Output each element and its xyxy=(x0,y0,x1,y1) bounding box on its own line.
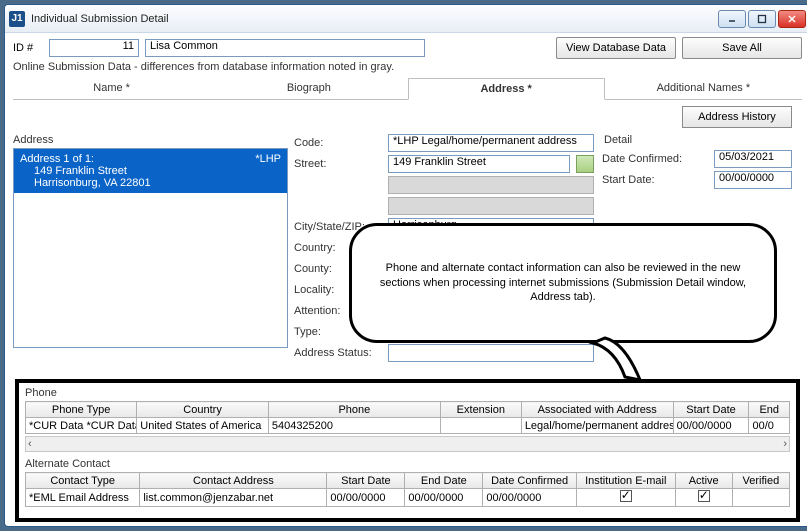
street-line2-input[interactable] xyxy=(388,176,594,194)
alt-active-checkbox[interactable] xyxy=(675,489,732,507)
tab-biograph[interactable]: Biograph xyxy=(210,77,407,99)
hint-text: Online Submission Data - differences fro… xyxy=(13,61,802,73)
bottom-sections-frame: Phone Phone Type Country Phone Extension… xyxy=(15,379,800,522)
address-group-label: Address xyxy=(13,134,288,146)
detail-title: Detail xyxy=(604,134,792,146)
address-item-code: *LHP xyxy=(255,153,281,165)
alt-col-type[interactable]: Contact Type xyxy=(26,473,140,489)
phone-col-country[interactable]: Country xyxy=(137,402,269,418)
window-title: Individual Submission Detail xyxy=(31,13,718,25)
tab-bar: Name * Biograph Address * Additional Nam… xyxy=(13,77,802,100)
titlebar: J1 Individual Submission Detail xyxy=(5,5,807,33)
app-icon: J1 xyxy=(9,11,25,27)
address-list-column: Address Address 1 of 1: *LHP 149 Frankli… xyxy=(13,134,288,365)
alt-col-address[interactable]: Contact Address xyxy=(140,473,327,489)
code-label: Code: xyxy=(294,137,382,149)
alt-inst-email-checkbox[interactable] xyxy=(576,489,675,507)
tab-toolbar: Address History xyxy=(13,100,802,134)
address-item-street: 149 Franklin Street xyxy=(20,165,281,177)
window-buttons xyxy=(718,10,806,28)
altcontact-section-title: Alternate Contact xyxy=(25,458,790,470)
address-history-button[interactable]: Address History xyxy=(682,106,792,128)
view-database-data-button[interactable]: View Database Data xyxy=(556,37,676,59)
alt-col-inst-email[interactable]: Institution E-mail xyxy=(576,473,675,489)
name-field[interactable]: Lisa Common xyxy=(145,39,425,57)
scroll-left-icon[interactable]: ‹ xyxy=(28,438,32,450)
address-item-citystate: Harrisonburg, VA 22801 xyxy=(20,177,281,189)
date-confirmed-label: Date Confirmed: xyxy=(602,153,710,165)
street-label: Street: xyxy=(294,158,382,170)
alt-row[interactable]: *EML Email Address list.common@jenzabar.… xyxy=(26,489,790,507)
alt-col-confirmed[interactable]: Date Confirmed xyxy=(483,473,577,489)
status-input[interactable] xyxy=(388,344,594,362)
phone-hscrollbar[interactable]: ‹› xyxy=(25,436,790,452)
scroll-right-icon[interactable]: › xyxy=(783,438,787,450)
id-label: ID # xyxy=(13,42,43,54)
street-input[interactable]: 149 Franklin Street xyxy=(388,155,570,173)
maximize-button[interactable] xyxy=(748,10,776,28)
tab-address[interactable]: Address * xyxy=(408,78,605,100)
save-all-button[interactable]: Save All xyxy=(682,37,802,59)
alt-col-verified[interactable]: Verified xyxy=(732,473,789,489)
status-label: Address Status: xyxy=(294,347,382,359)
phone-col-start[interactable]: Start Date xyxy=(673,402,749,418)
callout-text: Phone and alternate contact information … xyxy=(366,261,760,306)
client-area: ID # 11 Lisa Common View Database Data S… xyxy=(5,33,807,527)
phone-col-assoc[interactable]: Associated with Address xyxy=(521,402,673,418)
code-input[interactable]: *LHP Legal/home/permanent address xyxy=(388,134,594,152)
date-confirmed-input[interactable]: 05/03/2021 xyxy=(714,150,792,168)
window: J1 Individual Submission Detail ID # 11 … xyxy=(4,4,807,527)
phone-col-ext[interactable]: Extension xyxy=(440,402,521,418)
start-date-label: Start Date: xyxy=(602,174,710,186)
phone-col-phone[interactable]: Phone xyxy=(268,402,440,418)
address-listbox[interactable]: Address 1 of 1: *LHP 149 Franklin Street… xyxy=(13,148,288,348)
tab-additional-names[interactable]: Additional Names * xyxy=(605,77,802,99)
phone-grid[interactable]: Phone Type Country Phone Extension Assoc… xyxy=(25,401,790,434)
start-date-input[interactable]: 00/00/0000 xyxy=(714,171,792,189)
callout-bubble: Phone and alternate contact information … xyxy=(349,223,777,343)
street-line3-input[interactable] xyxy=(388,197,594,215)
close-button[interactable] xyxy=(778,10,806,28)
address-list-item-selected[interactable]: Address 1 of 1: *LHP 149 Franklin Street… xyxy=(14,149,287,193)
callout-tail-icon xyxy=(585,335,665,395)
alt-col-active[interactable]: Active xyxy=(675,473,732,489)
alt-col-end[interactable]: End Date xyxy=(405,473,483,489)
address-item-caption: Address 1 of 1: xyxy=(20,153,94,165)
street-lookup-icon[interactable] xyxy=(576,155,594,173)
alt-col-start[interactable]: Start Date xyxy=(327,473,405,489)
id-field[interactable]: 11 xyxy=(49,39,139,57)
phone-col-end[interactable]: End xyxy=(749,402,790,418)
alt-verified-cell[interactable] xyxy=(732,489,789,507)
altcontact-grid[interactable]: Contact Type Contact Address Start Date … xyxy=(25,472,790,507)
phone-section-title: Phone xyxy=(25,387,790,399)
minimize-button[interactable] xyxy=(718,10,746,28)
phone-col-type[interactable]: Phone Type xyxy=(26,402,137,418)
header-row: ID # 11 Lisa Common View Database Data S… xyxy=(13,37,802,59)
tab-name[interactable]: Name * xyxy=(13,77,210,99)
phone-row[interactable]: *CUR Data *CUR Data Phone United States … xyxy=(26,418,790,434)
